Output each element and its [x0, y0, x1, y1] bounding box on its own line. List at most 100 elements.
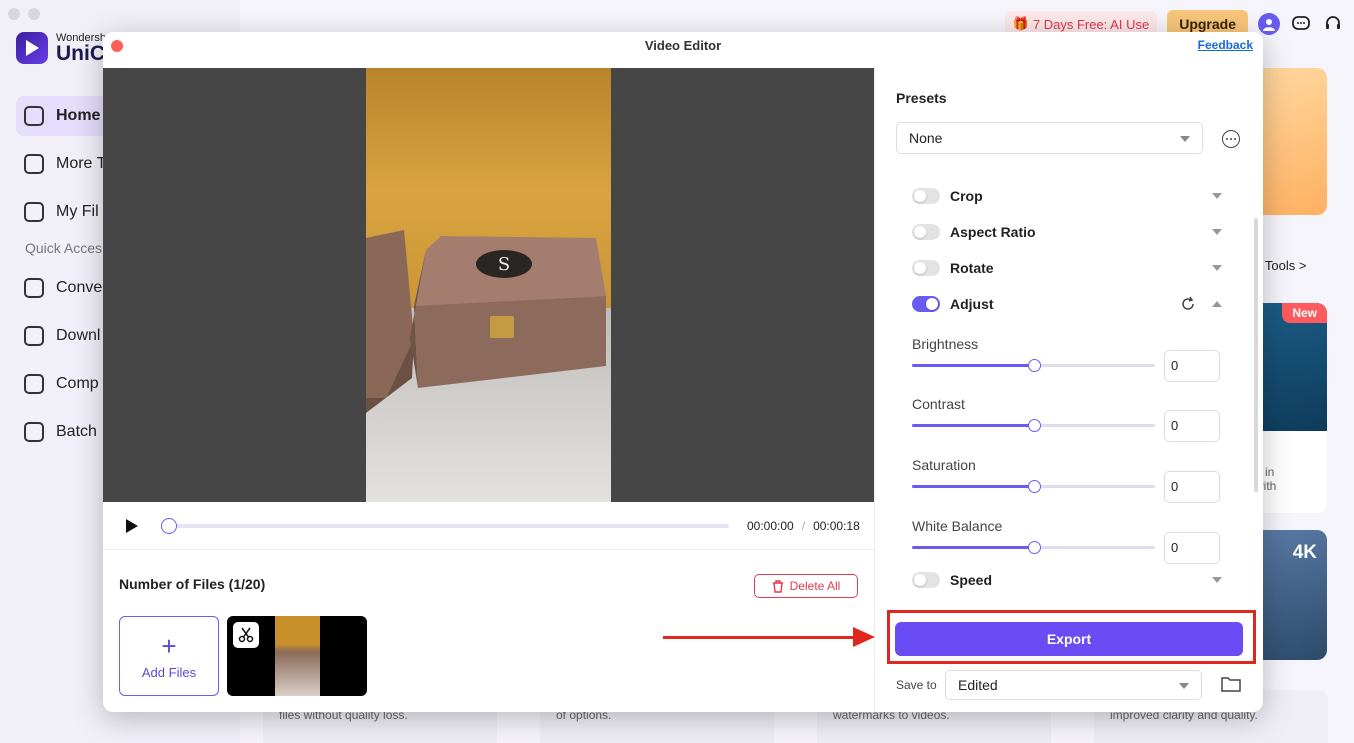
brightness-label: Brightness — [912, 336, 979, 352]
slider-fill — [912, 364, 1034, 367]
settings-scrollbar[interactable] — [1254, 218, 1258, 492]
speed-label: Speed — [950, 572, 993, 588]
annotation-arrow-head — [853, 627, 875, 647]
contrast-input[interactable]: 0 — [1164, 410, 1220, 442]
dialog-title: Video Editor — [644, 38, 722, 53]
white-balance-label: White Balance — [912, 518, 1003, 534]
sidebar-item-label: Conve — [56, 279, 103, 296]
rotate-label: Rotate — [950, 260, 994, 276]
slider-fill — [912, 424, 1034, 427]
feedback-link[interactable]: Feedback — [1198, 38, 1253, 52]
video-preview[interactable]: S — [103, 68, 874, 502]
export-button[interactable]: Export — [895, 622, 1243, 656]
section-aspect-ratio[interactable]: Aspect Ratio — [912, 222, 1222, 242]
plus-icon: + — [161, 630, 177, 661]
seek-bar[interactable] — [161, 517, 729, 534]
editor-settings-pane: Presets None Crop Aspect Ratio Rotate Ad… — [874, 68, 1263, 712]
video-editor-dialog: Video Editor Feedback S 00:00:00 / 00:00… — [103, 32, 1263, 712]
scissors-icon[interactable] — [233, 622, 259, 648]
add-files-label: Add Files — [141, 664, 197, 680]
slider-handle[interactable] — [1027, 419, 1041, 432]
adjust-label: Adjust — [950, 296, 994, 312]
convert-icon — [24, 278, 44, 298]
add-files-button[interactable]: + Add Files — [119, 616, 219, 696]
brightness-slider[interactable] — [912, 359, 1155, 372]
video-frame: S — [366, 68, 611, 502]
contrast-label: Contrast — [912, 396, 965, 412]
sidebar-item-label: Comp — [56, 375, 99, 392]
delete-all-button[interactable]: Delete All — [754, 574, 858, 598]
dialog-titlebar: Video Editor Feedback — [103, 32, 1263, 68]
time-separator: / — [801, 518, 806, 533]
saturation-label: Saturation — [912, 457, 976, 473]
compress-icon — [24, 374, 44, 394]
video-frame-image: S — [366, 68, 611, 502]
chevron-down-icon[interactable] — [1212, 193, 1222, 199]
chevron-down-icon[interactable] — [1212, 229, 1222, 235]
minimize-window-button[interactable] — [28, 8, 40, 20]
player-controls: 00:00:00 / 00:00:18 — [103, 502, 874, 550]
files-count-title: Number of Files (1/20) — [119, 576, 266, 592]
save-to-value: Edited — [958, 677, 998, 693]
aspect-ratio-toggle[interactable] — [912, 224, 940, 240]
slider-fill — [912, 546, 1034, 549]
slider-handle[interactable] — [1027, 359, 1041, 372]
sidebar-item-label: More T — [56, 155, 107, 172]
file-thumbnail[interactable] — [227, 616, 367, 696]
white-balance-slider[interactable] — [912, 541, 1155, 554]
support-headset-icon[interactable] — [1322, 13, 1344, 35]
thumbnail-image — [275, 616, 320, 696]
batch-image-icon — [24, 422, 44, 442]
toolbox-icon — [24, 154, 44, 174]
window-controls — [8, 8, 40, 20]
section-rotate[interactable]: Rotate — [912, 258, 1222, 278]
slider-fill — [912, 485, 1034, 488]
close-window-button[interactable] — [8, 8, 20, 20]
crop-toggle[interactable] — [912, 188, 940, 204]
more-options-icon[interactable] — [1222, 130, 1240, 148]
section-adjust[interactable]: Adjust — [912, 294, 1222, 314]
presets-dropdown[interactable]: None — [896, 122, 1203, 154]
play-button[interactable] — [125, 518, 141, 534]
close-dialog-button[interactable] — [111, 40, 123, 52]
sidebar-item-label: Home — [56, 107, 101, 124]
brightness-input[interactable]: 0 — [1164, 350, 1220, 382]
sidebar-item-label: My Fil — [56, 203, 99, 220]
speed-toggle[interactable] — [912, 572, 940, 588]
4k-label: 4K — [1292, 542, 1317, 563]
editor-left-pane: S 00:00:00 / 00:00:18 Number of Files (1… — [103, 68, 874, 712]
delete-all-label: Delete All — [789, 579, 841, 593]
chevron-up-icon[interactable] — [1212, 301, 1222, 307]
chat-icon[interactable] — [1290, 13, 1312, 35]
section-crop[interactable]: Crop — [912, 186, 1222, 206]
white-balance-input[interactable]: 0 — [1164, 532, 1220, 564]
settings-list: Crop Aspect Ratio Rotate Adjust Brightne… — [896, 186, 1244, 626]
seek-handle[interactable] — [161, 517, 177, 534]
gift-icon: 🎁 — [1012, 16, 1029, 31]
home-icon — [24, 106, 44, 126]
slider-handle[interactable] — [1027, 480, 1041, 493]
file-icon — [24, 202, 44, 222]
new-badge: New — [1282, 303, 1327, 323]
saturation-slider[interactable] — [912, 480, 1155, 493]
aspect-ratio-label: Aspect Ratio — [950, 224, 1036, 240]
contrast-slider[interactable] — [912, 419, 1155, 432]
slider-handle[interactable] — [1027, 541, 1041, 554]
crop-label: Crop — [950, 188, 983, 204]
annotation-arrow — [663, 636, 855, 639]
section-speed[interactable]: Speed — [912, 570, 1222, 590]
save-to-dropdown[interactable]: Edited — [945, 670, 1202, 700]
trash-icon — [772, 579, 783, 593]
save-to-label: Save to — [896, 678, 937, 692]
chevron-down-icon — [1179, 683, 1189, 689]
folder-icon[interactable] — [1221, 675, 1241, 698]
sidebar-item-label: Downl — [56, 327, 101, 344]
adjust-toggle[interactable] — [912, 296, 940, 312]
rotate-toggle[interactable] — [912, 260, 940, 276]
saturation-input[interactable]: 0 — [1164, 471, 1220, 503]
chevron-down-icon[interactable] — [1212, 265, 1222, 271]
chevron-down-icon[interactable] — [1212, 577, 1222, 583]
reset-icon[interactable] — [1180, 296, 1196, 317]
chevron-down-icon — [1180, 136, 1190, 142]
presets-label: Presets — [896, 90, 947, 106]
